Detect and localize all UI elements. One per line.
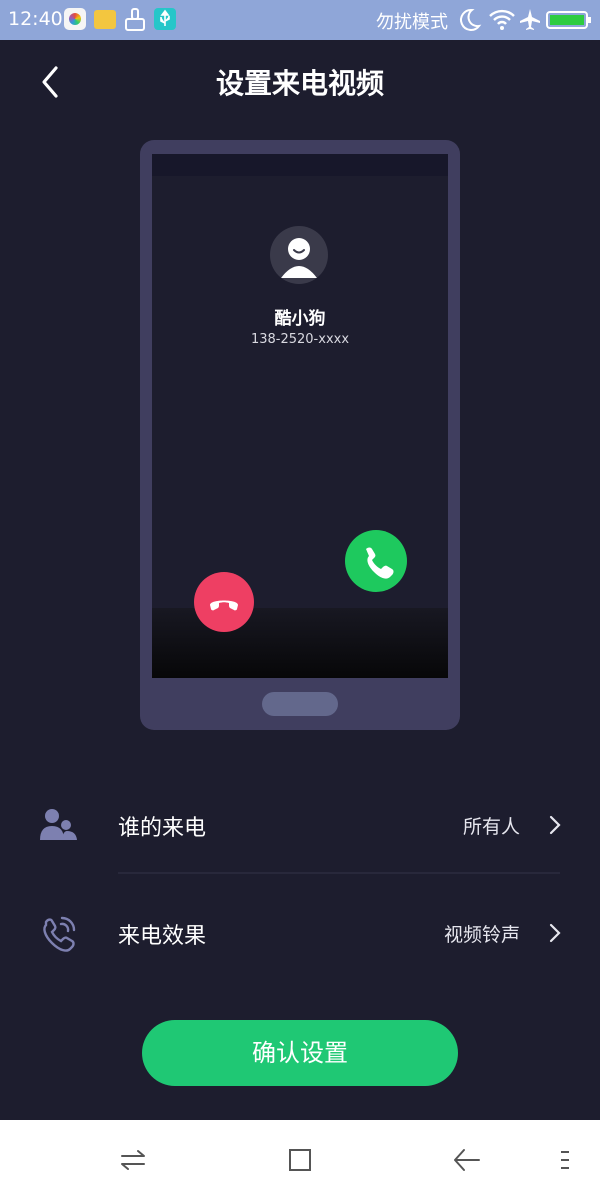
battery-icon [546,7,594,37]
setting-row-whose-calls[interactable]: 谁的来电 所有人 [0,780,600,870]
phone-home-button [262,692,338,716]
phone-answer-icon [366,547,394,579]
status-time: 12:40 [8,8,63,30]
home-square-icon[interactable] [286,1146,314,1178]
contacts-icon [38,804,80,846]
setting-value-whose-calls: 所有人 [462,816,520,838]
folder-app-icon [94,10,116,29]
system-nav-bar [0,1120,600,1200]
setting-label-call-effect: 来电效果 [118,924,207,949]
user-avatar-icon [281,238,317,278]
menu-icon[interactable] [558,1146,572,1178]
screen-status-strip [152,154,448,176]
phone-hangup-icon [210,600,238,611]
confirm-settings-button[interactable]: 确认设置 [142,1020,458,1086]
setting-label-whose-calls: 谁的来电 [118,816,207,841]
caller-number: 138-2520-xxxx [250,332,350,347]
answer-call-button [345,530,407,592]
cleaner-app-icon [124,8,146,31]
back-arrow-icon[interactable] [452,1146,482,1178]
usb-icon [154,8,176,30]
photos-app-icon [64,8,86,30]
dnd-mode-label: 勿扰模式 [376,12,448,33]
phone-ring-icon [38,912,80,954]
chevron-right-icon [548,814,562,836]
decline-call-button [194,572,254,632]
caller-avatar [270,226,328,284]
switch-apps-icon[interactable] [118,1146,148,1178]
status-bar: 12:40 勿扰模式 [0,0,600,40]
moon-icon [456,7,482,37]
page-title: 设置来电视频 [215,67,384,100]
setting-row-call-effect[interactable]: 来电效果 视频铃声 [0,888,600,978]
wifi-icon [488,7,516,37]
caller-name: 酷小狗 [274,309,326,329]
chevron-right-icon [548,922,562,944]
phone-preview: 酷小狗 138-2520-xxxx [140,140,460,730]
divider [118,872,560,874]
incoming-call-screen: 酷小狗 138-2520-xxxx [152,154,448,678]
airplane-icon [518,7,542,37]
setting-value-call-effect: 视频铃声 [443,924,520,946]
